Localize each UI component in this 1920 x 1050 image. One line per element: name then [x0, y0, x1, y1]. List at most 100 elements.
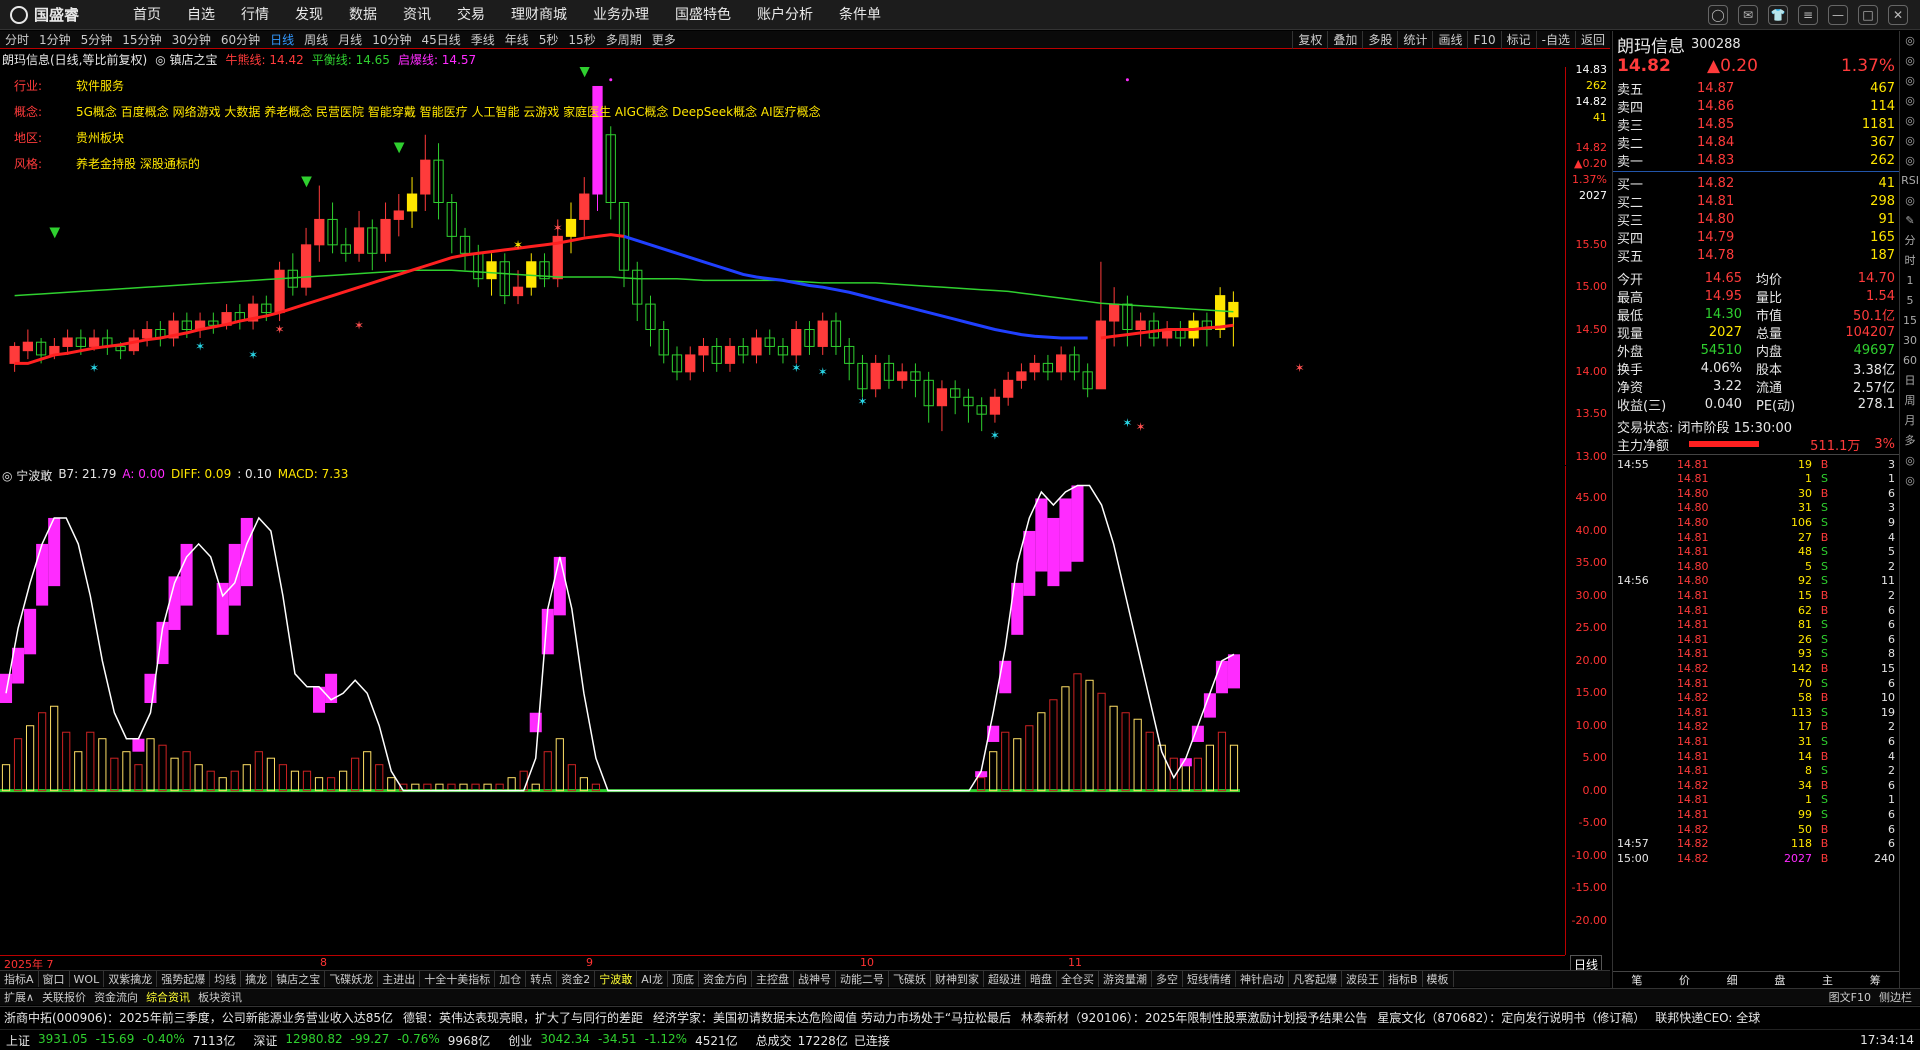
indicator-tab[interactable]: 凡客起爆	[1289, 971, 1342, 987]
indicator-dropdown[interactable]: ◎ 镇店之宝	[155, 51, 217, 67]
sidebar-button[interactable]: 时	[1905, 251, 1916, 271]
sidebar-button[interactable]: 月	[1905, 411, 1916, 431]
tool-button[interactable]: 多股	[1362, 30, 1397, 49]
news-tab[interactable]: 资金流向	[90, 989, 142, 1005]
indicator-tab[interactable]: 短线情绪	[1183, 971, 1236, 987]
menu-item[interactable]: 理财商城	[498, 0, 580, 30]
period-tab[interactable]: 15秒	[563, 31, 600, 49]
period-tab[interactable]: 15分钟	[117, 31, 166, 49]
menu-item[interactable]: 资讯	[390, 0, 444, 30]
index-item[interactable]: 深证 12980.82 -99.27 -0.76% 9968亿	[253, 1032, 490, 1049]
indicator-dropdown-2[interactable]: ◎ 宁波敢	[2, 467, 52, 483]
indicator-tab[interactable]: 超级进	[984, 971, 1026, 987]
period-tab[interactable]: 5秒	[534, 31, 564, 49]
news-tab[interactable]: 关联报价	[38, 989, 90, 1005]
panel-tab[interactable]: 筹	[1851, 972, 1899, 987]
indicator-tab[interactable]: 主控盘	[752, 971, 794, 987]
panel-tab[interactable]: 主	[1804, 972, 1852, 987]
menu-item[interactable]: 交易	[444, 0, 498, 30]
tool-button[interactable]: 叠加	[1327, 30, 1362, 49]
panel-tab[interactable]: 价	[1661, 972, 1709, 987]
sidebar-button[interactable]: ◎	[1905, 71, 1915, 91]
news-tab[interactable]: 扩展∧	[0, 989, 38, 1005]
sidebar-button[interactable]: 多	[1905, 431, 1916, 451]
sidebar-button[interactable]: 周	[1905, 391, 1916, 411]
menu-item[interactable]: 业务办理	[580, 0, 662, 30]
sidebar-button[interactable]: ◎	[1905, 91, 1915, 111]
indicator-tab[interactable]: 均线	[210, 971, 242, 987]
menu-item[interactable]: 数据	[336, 0, 390, 30]
panel-tab[interactable]: 笔	[1613, 972, 1661, 987]
tool-button[interactable]: 复权	[1292, 30, 1327, 49]
news-item[interactable]: 林泰新材（920106）：2025年限制性股票激励计划授予结果公告	[1021, 1009, 1367, 1026]
indicator-tab[interactable]: 全仓买	[1057, 971, 1099, 987]
news-item[interactable]: 星宸文化（870682）：定向发行说明书（修订稿）	[1377, 1009, 1645, 1026]
indicator-chart[interactable]	[0, 466, 1565, 953]
period-tab[interactable]: 1分钟	[34, 31, 76, 49]
tool-button[interactable]: 返回	[1574, 30, 1610, 49]
period-tab[interactable]: 多周期	[601, 31, 647, 49]
sidebar-button[interactable]: 5	[1907, 291, 1914, 311]
sidebar-button[interactable]: 分	[1905, 231, 1916, 251]
minimize-icon[interactable]: —	[1828, 4, 1848, 25]
period-tab[interactable]: 周线	[299, 31, 333, 49]
news-item[interactable]: 联邦快递CEO: 全球	[1655, 1009, 1760, 1026]
news-right-button[interactable]: 图文F10	[1825, 991, 1875, 1004]
indicator-tab[interactable]: 双紫擒龙	[104, 971, 158, 987]
sidebar-button[interactable]: 日	[1905, 371, 1916, 391]
period-tab[interactable]: 5分钟	[76, 31, 118, 49]
indicator-tab[interactable]: 资金2	[557, 971, 596, 987]
indicator-tab[interactable]: 游资量潮	[1099, 971, 1152, 987]
indicator-tab[interactable]: 擒龙	[241, 971, 273, 987]
indicator-tab[interactable]: 顶底	[668, 971, 699, 987]
sidebar-button[interactable]: ◎	[1905, 51, 1915, 71]
indicator-tab[interactable]: 飞碟妖龙	[325, 971, 379, 987]
indicator-tab[interactable]: 指标A	[0, 971, 39, 987]
panel-tab[interactable]: 细	[1708, 972, 1756, 987]
indicator-tab[interactable]: 主进出	[378, 971, 421, 987]
tool-button[interactable]: F10	[1467, 30, 1500, 49]
indicator-tab[interactable]: WOL	[70, 971, 105, 987]
panel-tab[interactable]: 盘	[1756, 972, 1804, 987]
message-icon[interactable]: ◯	[1708, 4, 1728, 25]
menu-item[interactable]: 行情	[228, 0, 282, 30]
sidebar-button[interactable]: ◎	[1905, 471, 1915, 491]
menu-item[interactable]: 发现	[282, 0, 336, 30]
menu-item[interactable]: 国盛特色	[662, 0, 744, 30]
period-tab[interactable]: 年线	[500, 31, 534, 49]
sidebar-button[interactable]: ◎	[1905, 151, 1915, 171]
close-icon[interactable]: ✕	[1888, 4, 1908, 25]
indicator-tab[interactable]: 指标B	[1384, 971, 1423, 987]
indicator-tab[interactable]: 窗口	[39, 971, 70, 987]
indicator-tab[interactable]: 宁波敢	[595, 971, 638, 987]
period-tab[interactable]: 60分钟	[216, 31, 265, 49]
indicator-tab[interactable]: 多空	[1152, 971, 1183, 987]
period-tab[interactable]: 月线	[333, 31, 367, 49]
news-right-button[interactable]: 侧边栏	[1875, 991, 1916, 1004]
sidebar-button[interactable]: 15	[1903, 311, 1917, 331]
sidebar-button[interactable]: ◎	[1905, 111, 1915, 131]
indicator-tab[interactable]: 资金方向	[699, 971, 752, 987]
index-item[interactable]: 创业 3042.34 -34.51 -1.12% 4521亿	[508, 1032, 737, 1049]
tool-button[interactable]: 标记	[1500, 30, 1536, 49]
mail-icon[interactable]: ✉	[1738, 4, 1758, 25]
indicator-tab[interactable]: 模板	[1423, 971, 1454, 987]
news-item[interactable]: 浙商中拓(000906)：2025年前三季度，公司新能源业务营业收入达85亿	[4, 1009, 393, 1026]
tool-button[interactable]: 统计	[1397, 30, 1432, 49]
period-tab[interactable]: 45日线	[416, 31, 465, 49]
app-logo[interactable]: 国盛睿	[0, 4, 120, 25]
menu-item[interactable]: 自选	[174, 0, 228, 30]
skin-icon[interactable]: 👕	[1768, 4, 1788, 25]
period-tab[interactable]: 季线	[466, 31, 500, 49]
sidebar-button[interactable]: RSI	[1901, 171, 1919, 191]
indicator-tab[interactable]: 镇店之宝	[272, 971, 326, 987]
index-item[interactable]: 上证 3931.05 -15.69 -0.40% 7113亿	[6, 1032, 235, 1049]
indicator-tab[interactable]: 财神到家	[931, 971, 984, 987]
indicator-tab[interactable]: 波段王	[1342, 971, 1384, 987]
maximize-icon[interactable]: □	[1858, 4, 1878, 25]
tool-button[interactable]: 画线	[1432, 30, 1467, 49]
news-item[interactable]: 经济学家：美国初请数据未达危险阈值 劳动力市场处于“马拉松最后	[653, 1009, 1011, 1026]
tool-button[interactable]: -自选	[1535, 30, 1575, 49]
indicator-tab[interactable]: 十全十美指标	[420, 971, 496, 987]
news-item[interactable]: 德银：英伟达表现亮眼，扩大了与同行的差距	[403, 1009, 643, 1026]
